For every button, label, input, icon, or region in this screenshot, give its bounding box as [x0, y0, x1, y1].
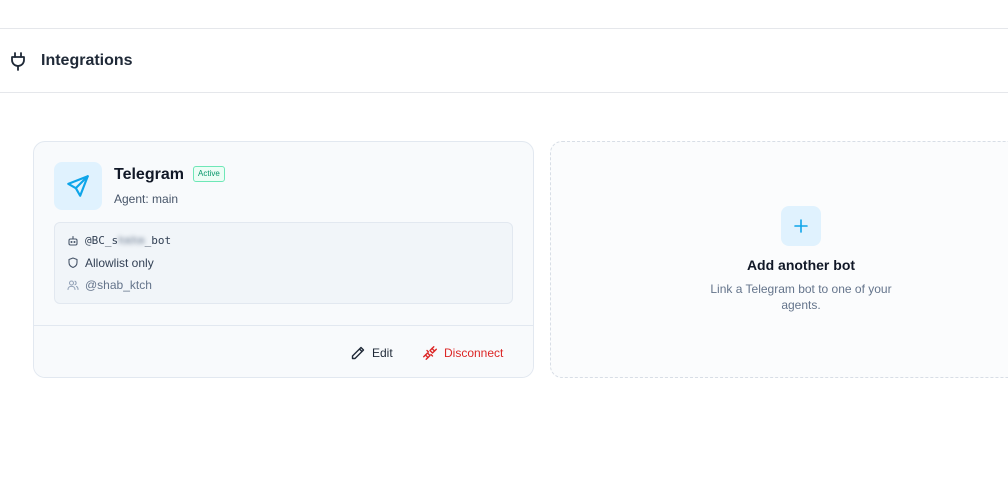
add-bot-title: Add another bot: [746, 257, 856, 273]
users-icon: [67, 280, 79, 291]
edit-label: Edit: [372, 346, 393, 360]
card-actions: Edit Disconnect: [34, 325, 533, 377]
telegram-integration-card: Telegram Active Agent: main @BC_s hmhm _bo…: [33, 141, 534, 378]
allowed-user-handle: @shab_ktch: [85, 278, 152, 292]
bot-details-panel: @BC_s hmhm _bot Allowlist only @shab_ktch: [54, 222, 513, 304]
status-badge: Active: [193, 166, 225, 182]
pencil-icon: [351, 346, 365, 360]
plug-icon: [9, 51, 27, 71]
bot-handle-row: @BC_s hmhm _bot: [67, 233, 171, 249]
bot-handle-prefix: @BC_s: [85, 234, 119, 247]
disconnect-label: Disconnect: [444, 346, 504, 360]
add-bot-card[interactable]: Add another bot Link a Telegram bot to o…: [550, 141, 1008, 378]
bot-handle-suffix: _bot: [144, 234, 172, 247]
integration-title: Telegram: [114, 166, 184, 183]
agent-label: Agent: main: [114, 192, 179, 206]
bot-handle-redacted: hmhm: [118, 234, 145, 247]
shield-icon: [68, 257, 78, 269]
access-mode-row: Allowlist only: [67, 255, 154, 271]
plus-icon: [794, 219, 808, 233]
header-divider: [0, 92, 1008, 93]
bot-icon: [68, 235, 78, 246]
edit-button[interactable]: Edit: [350, 343, 393, 363]
access-mode-label: Allowlist only: [85, 256, 154, 270]
allowed-user-row: @shab_ktch: [67, 277, 152, 293]
disconnect-button[interactable]: Disconnect: [422, 343, 503, 363]
telegram-logo: [54, 162, 102, 210]
send-icon: [67, 175, 89, 197]
unplug-icon: [423, 346, 437, 360]
add-bot-button[interactable]: [781, 206, 821, 246]
page-title: Integrations: [41, 52, 133, 69]
add-bot-description: Link a Telegram bot to one of your agent…: [710, 282, 892, 312]
section-header: Integrations: [0, 29, 1008, 92]
